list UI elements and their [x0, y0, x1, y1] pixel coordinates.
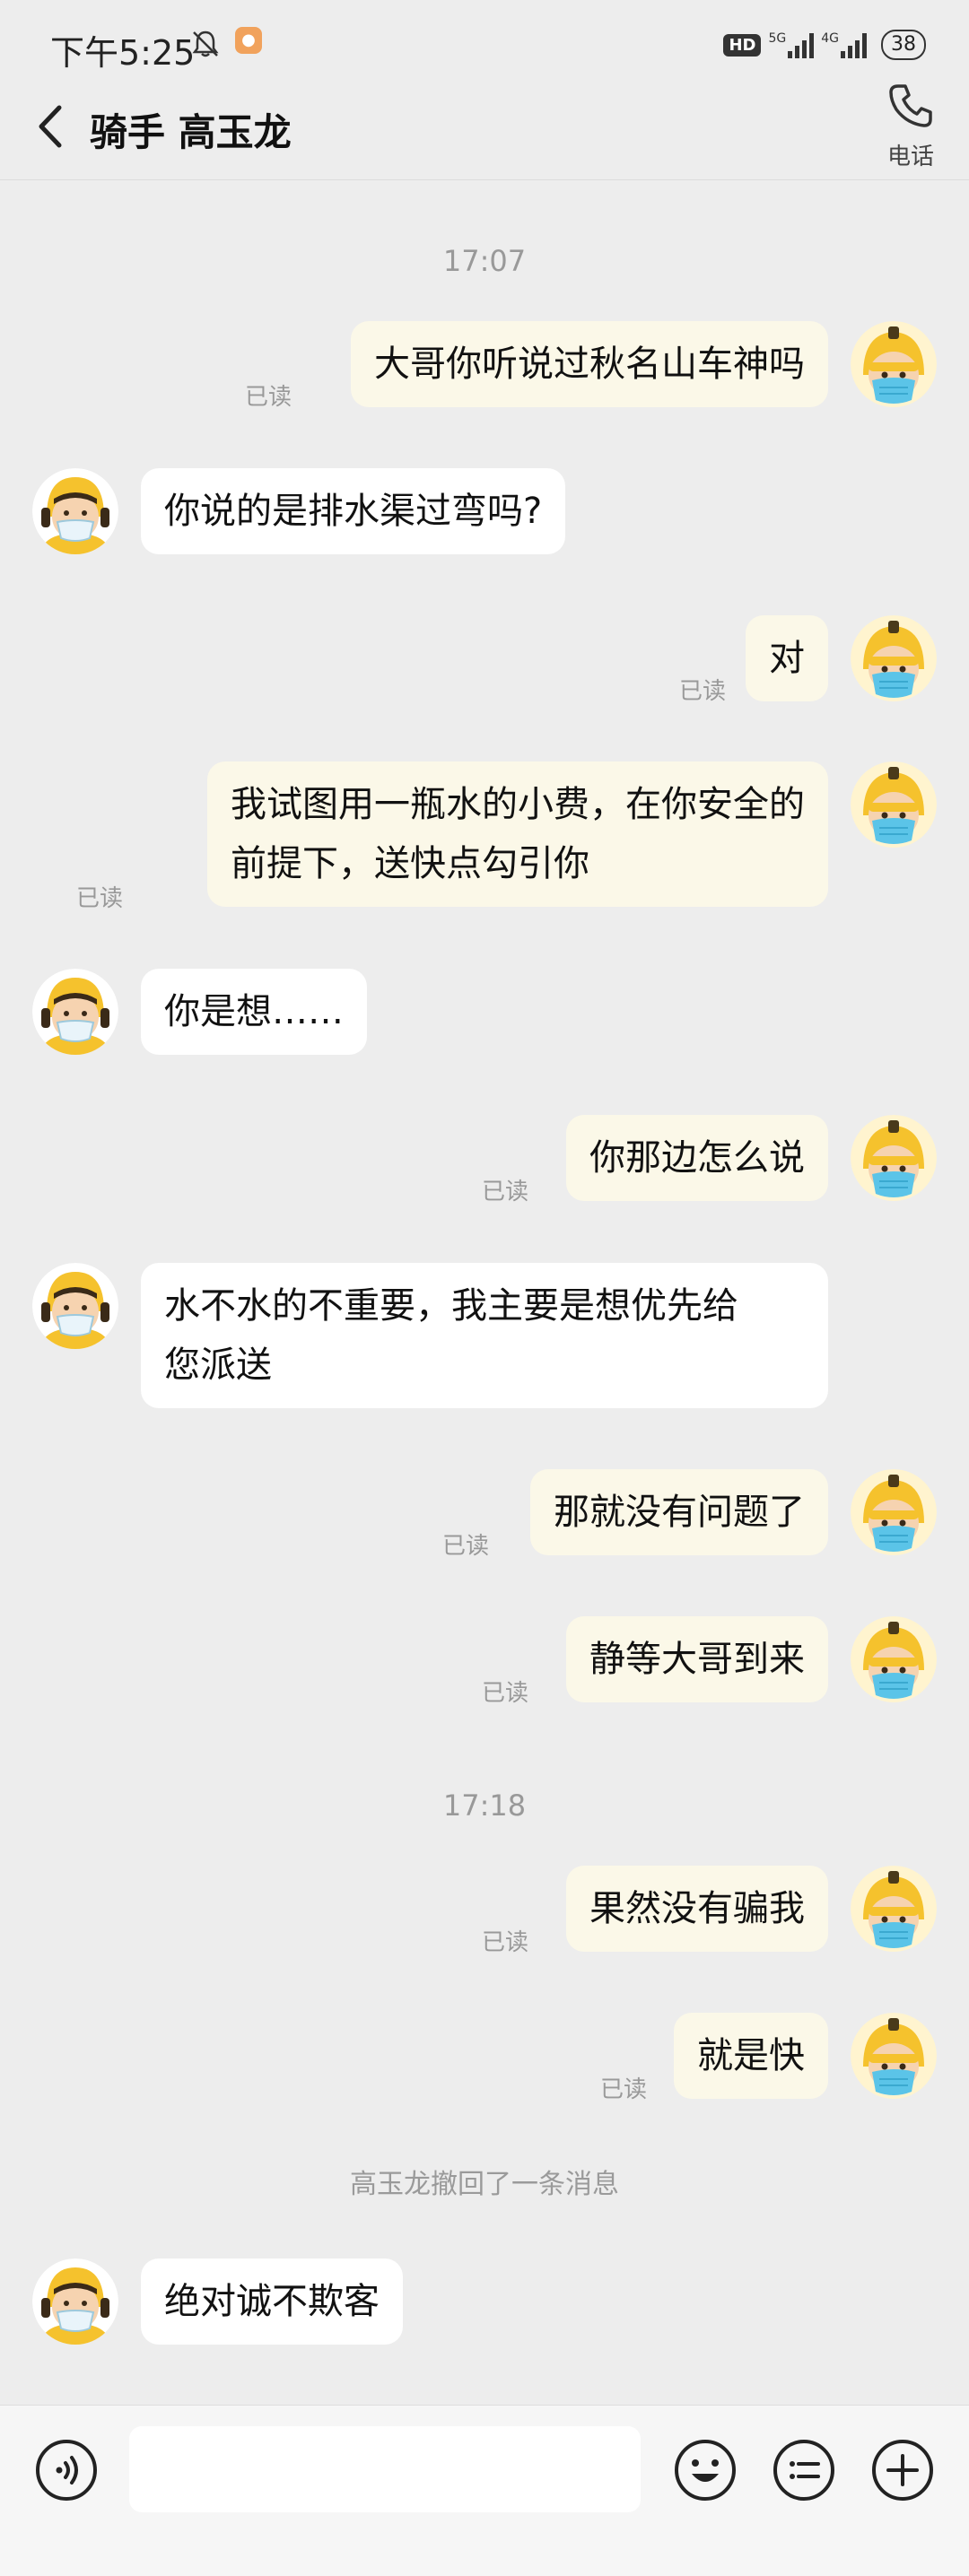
avatar[interactable] [32, 468, 118, 554]
avatar[interactable] [851, 1469, 937, 1555]
avatar[interactable] [851, 761, 937, 848]
message-bubble-mine[interactable]: 大哥你听说过秋名山车神吗 [351, 321, 828, 407]
more-button[interactable] [870, 2438, 935, 2506]
read-receipt: 已读 [482, 1929, 529, 1956]
avatar[interactable] [851, 615, 937, 701]
message-bubble-theirs[interactable]: 你是想…… [141, 969, 367, 1055]
signal-icon [841, 31, 867, 58]
voice-icon [36, 2440, 97, 2501]
read-receipt: 已读 [442, 1533, 490, 1560]
recall-notice: 高玉龙撤回了一条消息 [350, 2169, 619, 2200]
hd-badge: HD [723, 33, 762, 57]
status-bar: 下午5:25 ● HD 5G 4G 38 [0, 0, 969, 90]
quick-reply-button[interactable] [772, 2438, 836, 2506]
avatar[interactable] [851, 1115, 937, 1201]
message-bubble-mine[interactable]: 你那边怎么说 [566, 1115, 828, 1201]
voice-button[interactable] [34, 2438, 99, 2506]
read-receipt: 已读 [76, 885, 124, 912]
emoji-icon [675, 2440, 736, 2501]
message-bubble-theirs[interactable]: 水不水的不重要，我主要是想优先给 您派送 [141, 1263, 828, 1408]
quick-reply-icon [773, 2440, 834, 2501]
message-bubble-theirs[interactable]: 你说的是排水渠过弯吗? [141, 468, 566, 554]
message-bubble-mine[interactable]: 就是快 [674, 2013, 828, 2099]
read-receipt: 已读 [600, 2076, 648, 2103]
signal-icon [788, 31, 815, 58]
read-receipt: 已读 [679, 678, 727, 705]
app-notification-icon: ● [235, 27, 262, 54]
avatar[interactable] [32, 2258, 118, 2345]
status-indicators: HD 5G 4G 38 [723, 27, 926, 63]
read-receipt: 已读 [245, 384, 292, 411]
read-receipt: 已读 [482, 1680, 529, 1707]
net-4g-label: 4G [821, 31, 839, 46]
message-bubble-mine[interactable]: 静等大哥到来 [566, 1616, 828, 1702]
message-bubble-theirs[interactable]: 绝对诚不欺客 [141, 2258, 403, 2345]
avatar[interactable] [851, 2013, 937, 2099]
message-bubble-mine[interactable]: 那就没有问题了 [530, 1469, 828, 1555]
chat-title: 骑手 高玉龙 [90, 110, 292, 154]
avatar[interactable] [32, 969, 118, 1055]
call-button[interactable]: 电话 [875, 81, 947, 171]
back-button[interactable] [34, 104, 65, 148]
avatar[interactable] [851, 321, 937, 407]
net-5g-label: 5G [768, 31, 787, 46]
message-bubble-mine[interactable]: 对 [746, 615, 828, 701]
chat-timestamp: 17:07 [442, 244, 527, 278]
status-time: 下午5:25 [50, 33, 196, 73]
message-line: 水不水的不重要，我主要是想优先给 [164, 1285, 738, 1327]
mute-bell-icon [190, 29, 221, 63]
battery-indicator: 38 [881, 30, 926, 60]
message-line: 您派送 [164, 1345, 272, 1386]
call-label: 电话 [886, 144, 934, 170]
avatar[interactable] [851, 1616, 937, 1702]
message-line: 我试图用一瓶水的小费，在你安全的 [231, 784, 805, 825]
message-input[interactable] [129, 2426, 641, 2512]
message-line: 前提下，送快点勾引你 [231, 843, 589, 884]
chat-timestamp: 17:18 [442, 1788, 527, 1823]
avatar[interactable] [851, 1866, 937, 1952]
message-bubble-mine[interactable]: 我试图用一瓶水的小费，在你安全的 前提下，送快点勾引你 [207, 761, 828, 907]
phone-icon [889, 84, 932, 127]
read-receipt: 已读 [482, 1179, 529, 1205]
message-bubble-mine[interactable]: 果然没有骗我 [566, 1866, 828, 1952]
back-icon [39, 105, 62, 148]
plus-icon [872, 2440, 933, 2501]
avatar[interactable] [32, 1263, 118, 1349]
emoji-button[interactable] [673, 2438, 738, 2506]
